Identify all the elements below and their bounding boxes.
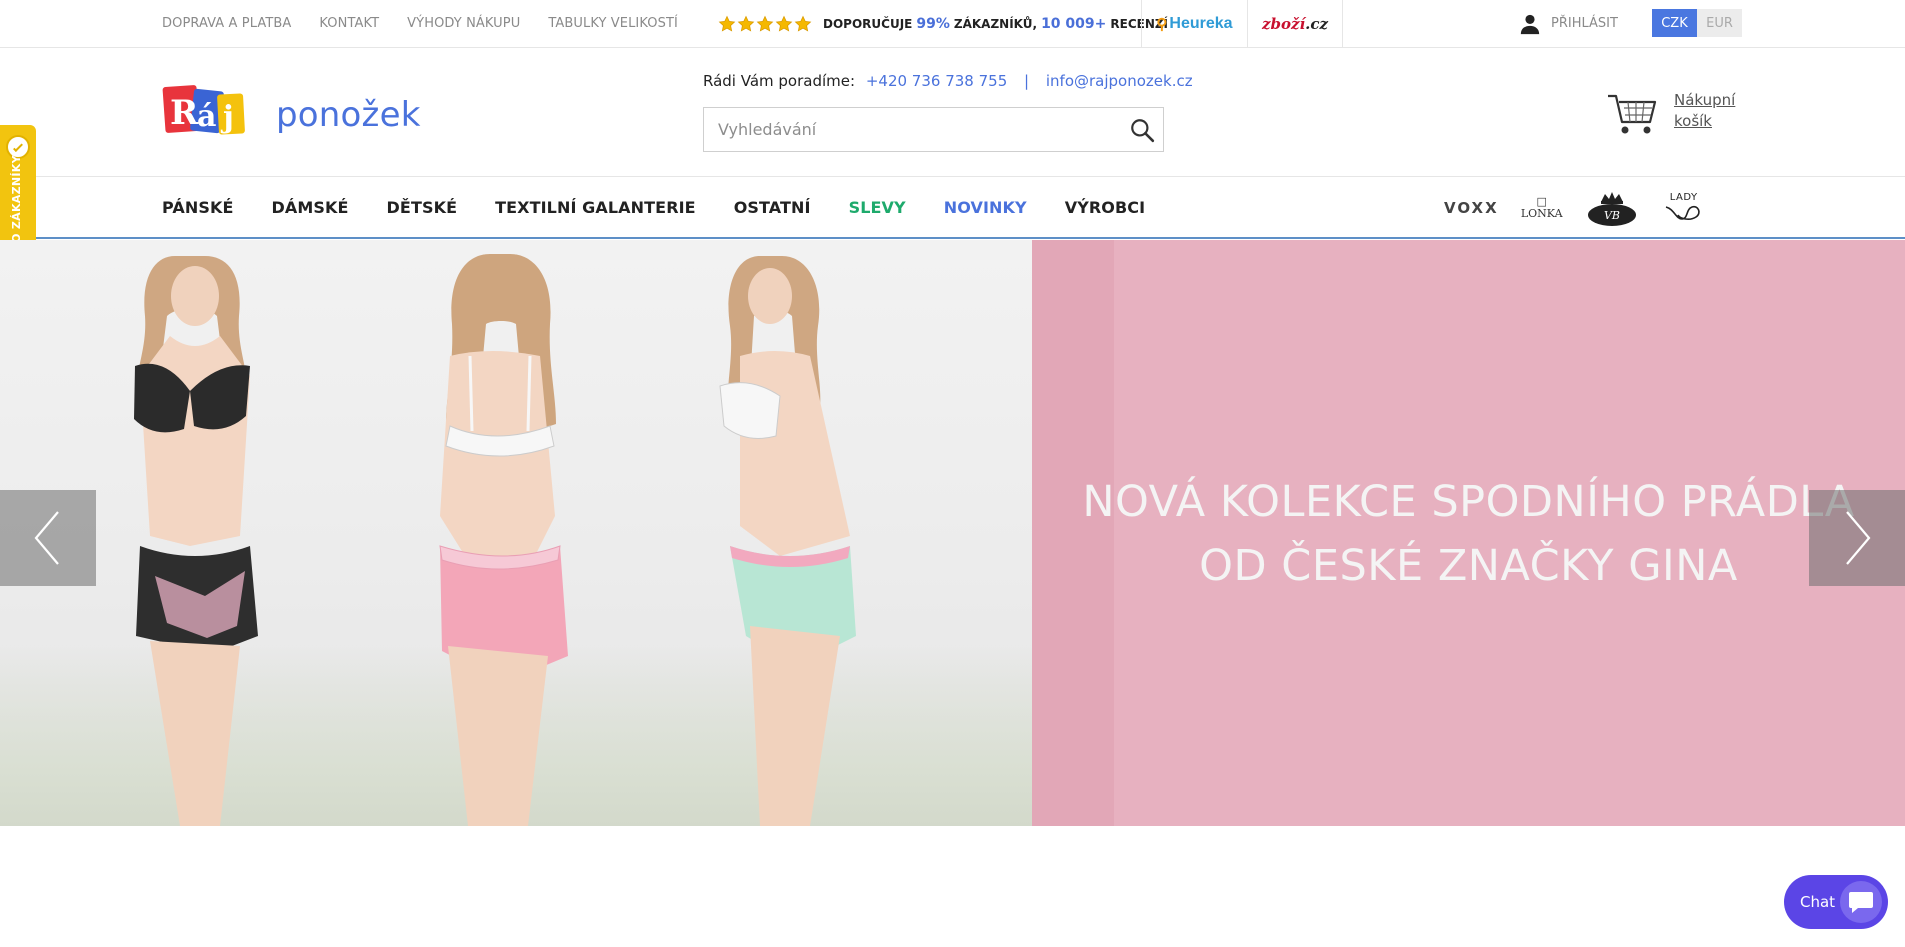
currency-switch: CZK EUR	[1652, 9, 1742, 37]
svg-text:R: R	[170, 93, 199, 133]
brand-crown-logo[interactable]: VB	[1585, 188, 1639, 228]
hero-caption-line1: NOVÁ KOLEKCE SPODNÍHO PRÁDLA	[1082, 477, 1855, 527]
rating-prefix: DOPORUČUJE	[823, 16, 913, 31]
star-icon	[737, 15, 755, 32]
top-links: DOPRAVA A PLATBA KONTAKT VÝHODY NÁKUPU T…	[162, 0, 706, 47]
logo-mark: R á j	[162, 85, 245, 135]
main-navigation: PÁNSKÉ DÁMSKÉ DĚTSKÉ TEXTILNÍ GALANTERIE…	[0, 176, 1905, 239]
zbozi-link[interactable]: zboží .cz	[1247, 0, 1343, 47]
currency-eur[interactable]: EUR	[1697, 9, 1742, 37]
rating-middle: ZÁKAZNÍKŮ,	[953, 16, 1038, 31]
hero-slider[interactable]: NOVÁ KOLEKCE SPODNÍHO PRÁDLA OD ČESKÉ ZN…	[0, 240, 1905, 826]
chat-button[interactable]: Chat	[1784, 875, 1888, 929]
svg-text:á: á	[197, 99, 216, 134]
nav-item-textile[interactable]: TEXTILNÍ GALANTERIE	[495, 198, 696, 217]
cart-icon	[1608, 94, 1657, 134]
rating-count: 10 009+	[1041, 15, 1107, 32]
svg-text:VB: VB	[1604, 209, 1620, 222]
cart-label: Nákupní košík	[1674, 91, 1736, 130]
model-figure-icon	[719, 256, 856, 826]
contact-label: Rádi Vám poradíme:	[703, 72, 856, 90]
brand-lonka-label: LONKA	[1520, 206, 1563, 220]
link-benefits[interactable]: VÝHODY NÁKUPU	[407, 16, 520, 31]
svg-text:j: j	[220, 100, 234, 135]
nav-item-women[interactable]: DÁMSKÉ	[271, 198, 348, 217]
hero-caption-line2: OD ČESKÉ ZNAČKY GINA	[1199, 541, 1738, 591]
link-shipping[interactable]: DOPRAVA A PLATBA	[162, 16, 291, 31]
rating-percent: 99%	[916, 15, 950, 32]
star-icon	[775, 15, 793, 32]
heureka-link[interactable]: ⚲ Heureka	[1141, 0, 1247, 47]
star-icon	[718, 15, 736, 32]
model-figure-icon	[439, 254, 568, 826]
email-link[interactable]: info@rajponozek.cz	[1046, 72, 1193, 90]
user-icon	[1520, 14, 1540, 34]
nav-item-manufacturers[interactable]: VÝROBCI	[1065, 198, 1145, 217]
chat-bubble-icon	[1840, 881, 1882, 923]
search-icon[interactable]	[1129, 117, 1155, 143]
brand-logos: VOXX □ LONKA VB LADY	[1440, 177, 1707, 238]
brand-lonka-logo[interactable]: □ LONKA	[1519, 196, 1565, 220]
star-icon	[756, 15, 774, 32]
heureka-label: Heureka	[1169, 14, 1233, 32]
chat-label: Chat	[1800, 893, 1836, 911]
model-figure-icon	[134, 256, 258, 826]
star-icon	[794, 15, 812, 32]
top-bar: DOPRAVA A PLATBA KONTAKT VÝHODY NÁKUPU T…	[0, 0, 1905, 48]
phone-link[interactable]: +420 736 738 755	[866, 72, 1007, 90]
logo-wordmark: ponožek	[276, 95, 421, 135]
chevron-right-icon	[1846, 511, 1871, 565]
hero-photo	[0, 240, 1032, 826]
link-contact[interactable]: KONTAKT	[319, 16, 379, 31]
chevron-left-icon	[34, 511, 59, 565]
zbozi-tld: .cz	[1305, 14, 1329, 33]
brand-voxx-logo[interactable]: VOXX	[1444, 199, 1499, 217]
heureka-icon: ⚲	[1156, 15, 1168, 33]
lady-vb-icon	[1665, 205, 1700, 220]
login-link[interactable]: PŘIHLÁSIT	[1519, 0, 1618, 47]
nav-item-new[interactable]: NOVINKY	[944, 198, 1027, 217]
slider-prev-button[interactable]	[0, 490, 96, 586]
zbozi-label: zboží	[1261, 14, 1306, 33]
search-input[interactable]	[704, 108, 1129, 151]
site-logo[interactable]: R á j ponožek	[162, 80, 421, 150]
brand-lady-label: LADY	[1669, 192, 1698, 203]
contact-separator: |	[1024, 72, 1030, 90]
currency-czk[interactable]: CZK	[1652, 9, 1697, 37]
customer-rating[interactable]: DOPORUČUJE 99% ZÁKAZNÍKŮ, 10 009+ RECENZ…	[718, 0, 1168, 47]
nav-item-sale[interactable]: SLEVY	[849, 198, 906, 217]
nav-item-kids[interactable]: DĚTSKÉ	[387, 198, 458, 217]
brand-lady-logo[interactable]: LADY	[1661, 192, 1707, 223]
nav-menu: PÁNSKÉ DÁMSKÉ DĚTSKÉ TEXTILNÍ GALANTERIE…	[162, 177, 1183, 238]
rating-stars	[718, 15, 813, 33]
contact-info: Rádi Vám poradíme: +420 736 738 755 | in…	[703, 72, 1193, 90]
nav-item-other[interactable]: OSTATNÍ	[734, 198, 811, 217]
nav-item-men[interactable]: PÁNSKÉ	[162, 198, 233, 217]
search-box	[703, 107, 1164, 152]
slider-next-button[interactable]	[1809, 490, 1905, 586]
link-size-tables[interactable]: TABULKY VELIKOSTÍ	[548, 16, 678, 31]
hero-caption: NOVÁ KOLEKCE SPODNÍHO PRÁDLA OD ČESKÉ ZN…	[1032, 470, 1905, 598]
shopping-cart[interactable]: Nákupní košík	[1606, 86, 1744, 138]
login-label: PŘIHLÁSIT	[1551, 16, 1618, 31]
